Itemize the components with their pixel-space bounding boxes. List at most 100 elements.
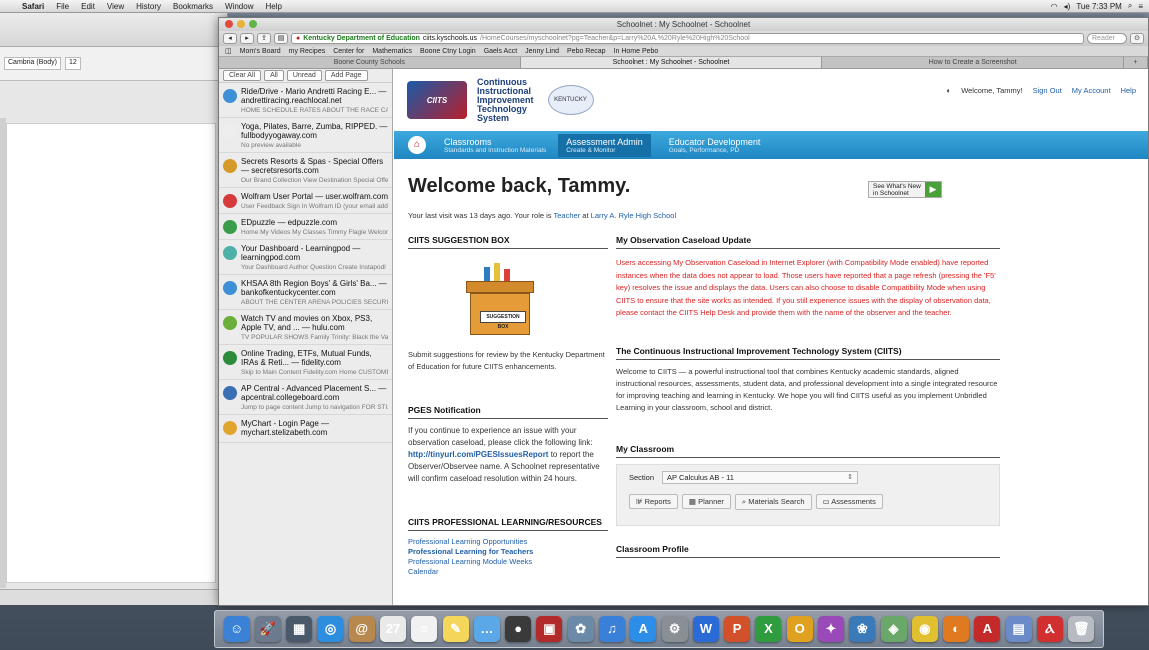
menu-history[interactable]: History — [130, 2, 167, 11]
reading-list-item[interactable]: Ride/Drive - Mario Andretti Racing E... … — [219, 83, 392, 118]
onenote-icon[interactable]: O — [786, 616, 813, 642]
powerpoint-icon[interactable]: P — [724, 616, 751, 642]
nav-educator-development[interactable]: Educator Development Goals, Performance,… — [669, 137, 761, 154]
game-center-icon[interactable]: ✦ — [817, 616, 844, 642]
reading-list-item[interactable]: Secrets Resorts & Spas - Special Offers … — [219, 153, 392, 188]
iphoto-icon[interactable]: ✿ — [567, 616, 594, 642]
bookmark-item[interactable]: Mom's Board — [240, 48, 281, 55]
reading-list-item[interactable]: Wolfram User Portal — user.wolfram.com Us… — [219, 188, 392, 214]
reading-list-item[interactable]: Online Trading, ETFs, Mutual Funds, IRAs… — [219, 345, 392, 380]
suggestion-box-image[interactable]: SUGGESTION BOX — [460, 263, 540, 335]
word-icon[interactable]: W — [692, 616, 719, 642]
sign-out-link[interactable]: Sign Out — [1033, 86, 1062, 95]
document-page[interactable] — [6, 123, 216, 583]
reading-list-item[interactable]: Watch TV and movies on Xbox, PS3, Apple … — [219, 310, 392, 345]
photos-icon[interactable]: ❀ — [849, 616, 876, 642]
facetime-icon[interactable]: ● — [505, 616, 532, 642]
excel-icon[interactable]: X — [755, 616, 782, 642]
reader-icon[interactable]: ▤ — [274, 33, 288, 44]
pl-link[interactable]: Professional Learning for Teachers — [408, 547, 608, 557]
tab-screenshot-howto[interactable]: How to Create a Screenshot — [822, 57, 1125, 68]
minimize-window-icon[interactable] — [237, 20, 245, 28]
my-account-link[interactable]: My Account — [1072, 86, 1111, 95]
new-tab-icon[interactable]: + — [1124, 57, 1148, 68]
nav-assessment-admin[interactable]: Assessment Admin Create & Monitor — [558, 133, 651, 157]
calendar-icon[interactable]: 27 — [380, 616, 407, 642]
menu-window[interactable]: Window — [219, 2, 259, 11]
pges-issues-link[interactable]: http://tinyurl.com/PGESIssuesReport — [408, 450, 548, 459]
pl-link[interactable]: Professional Learning Opportunities — [408, 537, 608, 547]
reading-list-item[interactable]: KHSAA 8th Region Boys' & Girls' Ba... — … — [219, 275, 392, 310]
tab-schoolnet[interactable]: Schoolnet : My Schoolnet - Schoolnet — [520, 57, 823, 68]
spotlight-icon[interactable]: ⌕ — [1128, 1, 1132, 11]
app-store-icon[interactable]: A — [630, 616, 657, 642]
tab-boone-county[interactable]: Boone County Schools — [219, 57, 521, 68]
reports-button[interactable]: ⊯ Reports — [629, 494, 678, 509]
textedit-icon[interactable]: ≡ — [411, 616, 438, 642]
back-icon[interactable]: ◂ — [223, 33, 237, 44]
font-size-select[interactable]: 12 — [65, 57, 81, 70]
acrobat-reader-icon[interactable]: A — [974, 616, 1001, 642]
bookmark-item[interactable]: Boone Ctny Login — [420, 48, 476, 55]
itunes-icon[interactable]: ♫ — [599, 616, 626, 642]
reading-list-item[interactable]: Your Dashboard - Learningpod — learningp… — [219, 240, 392, 275]
bookmark-item[interactable]: my Recipes — [289, 48, 326, 55]
search-field[interactable]: Reader — [1087, 33, 1127, 44]
address-bar[interactable]: ● Kentucky Department of Education ciits… — [291, 33, 1084, 44]
app-icon[interactable]: ◈ — [880, 616, 907, 642]
menu-bookmarks[interactable]: Bookmarks — [167, 2, 219, 11]
reading-list-icon[interactable]: ◫ — [225, 47, 232, 55]
clear-all-button[interactable]: Clear All — [223, 70, 262, 81]
contacts-icon[interactable]: @ — [348, 616, 375, 642]
whats-new-button[interactable]: See What's New in Schoolnet ▶ — [868, 181, 942, 198]
bookmark-item[interactable]: Pebo Recap — [567, 48, 606, 55]
acrobat-icon[interactable]: Ⲁ — [1036, 616, 1063, 642]
menu-file[interactable]: File — [50, 2, 75, 11]
reading-list-item[interactable]: AP Central - Advanced Placement S... — a… — [219, 380, 392, 415]
close-window-icon[interactable] — [225, 20, 233, 28]
home-icon[interactable]: ⌂ — [408, 136, 426, 154]
menu-app-name[interactable]: Safari — [16, 2, 50, 11]
school-link[interactable]: Larry A. Ryle High School — [591, 211, 676, 220]
reading-list-item[interactable]: EDpuzzle — edpuzzle.com Home My Videos My… — [219, 214, 392, 240]
bookmark-item[interactable]: In Home Pebo — [614, 48, 659, 55]
firefox-icon[interactable]: ◐ — [943, 616, 970, 642]
assessments-button[interactable]: ▭ Assessments — [815, 494, 883, 509]
notes-icon[interactable]: ✎ — [442, 616, 469, 642]
help-link[interactable]: Help — [1121, 86, 1136, 95]
pl-link[interactable]: Professional Learning Module Weeks — [408, 557, 608, 567]
reading-list-item[interactable]: MyChart - Login Page — mychart.stelizabe… — [219, 415, 392, 443]
zoom-window-icon[interactable] — [249, 20, 257, 28]
safari-icon[interactable]: ◎ — [317, 616, 344, 642]
materials-search-button[interactable]: ⌕ Materials Search — [734, 493, 812, 510]
mission-control-icon[interactable]: ▦ — [286, 616, 313, 642]
messages-icon[interactable]: … — [473, 616, 500, 642]
chrome-icon[interactable]: ◉ — [911, 616, 938, 642]
bookmark-item[interactable]: Jenny Lind — [525, 48, 559, 55]
section-select[interactable]: AP Calculus AB - 11 — [662, 470, 859, 484]
share-icon[interactable]: ⇪ — [257, 33, 271, 44]
menu-view[interactable]: View — [101, 2, 130, 11]
unread-filter-button[interactable]: Unread — [286, 70, 322, 81]
volume-icon[interactable]: ◂) — [1064, 2, 1071, 11]
planner-button[interactable]: ▦ Planner — [681, 494, 731, 509]
reading-list-item[interactable]: Yoga, Pilates, Barre, Zumba, RIPPED. — f… — [219, 118, 392, 153]
photo-booth-icon[interactable]: ▣ — [536, 616, 563, 642]
preview-icon[interactable]: ▤ — [1005, 616, 1032, 642]
wifi-icon[interactable]: ◠ — [1051, 2, 1058, 11]
font-select[interactable]: Cambria (Body) — [4, 57, 62, 70]
forward-icon[interactable]: ▸ — [240, 33, 254, 44]
menu-edit[interactable]: Edit — [75, 2, 101, 11]
bookmark-item[interactable]: Center for — [333, 48, 364, 55]
clock[interactable]: Tue 7:33 PM — [1076, 2, 1122, 11]
role-link[interactable]: Teacher — [554, 211, 581, 220]
add-page-button[interactable]: Add Page — [324, 70, 368, 81]
notification-center-icon[interactable]: ≡ — [1138, 2, 1143, 11]
pl-link[interactable]: Calendar — [408, 567, 608, 577]
bookmark-item[interactable]: Mathematics — [372, 48, 412, 55]
finder-icon[interactable]: ☺ — [223, 616, 250, 642]
downloads-icon[interactable]: ⊙ — [1130, 33, 1144, 44]
all-filter-button[interactable]: All — [264, 70, 284, 81]
launchpad-icon[interactable]: 🚀 — [254, 616, 281, 642]
system-preferences-icon[interactable]: ⚙ — [661, 616, 688, 642]
